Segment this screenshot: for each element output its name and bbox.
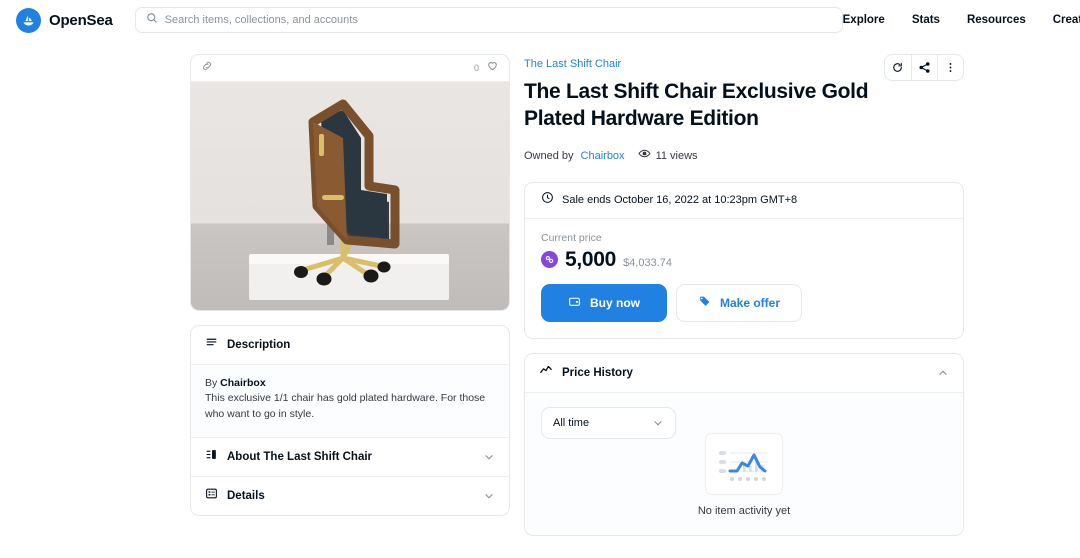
- chevron-up-icon[interactable]: [937, 367, 949, 379]
- favorite-group: 0: [474, 59, 499, 77]
- chevron-down-icon[interactable]: [483, 490, 495, 502]
- make-offer-label: Make offer: [719, 295, 781, 310]
- price-actions: Buy now Make offer: [541, 283, 947, 322]
- price-history-title: Price History: [562, 366, 633, 379]
- nav-item-create[interactable]: Create: [1053, 14, 1080, 26]
- chain-link-icon[interactable]: [201, 59, 213, 77]
- wallet-icon: [568, 295, 581, 311]
- nav-item-resources[interactable]: Resources: [967, 14, 1026, 26]
- price-body: Current price 5,000 $4,033.74 Buy now Ma…: [525, 219, 963, 338]
- left-column: 0 Description By Chairbox This exclusive…: [190, 54, 510, 536]
- sale-ends-text: Sale ends October 16, 2022 at 10:23pm GM…: [562, 194, 798, 207]
- owner-and-views: Owned by Chairbox 11 views: [524, 147, 964, 165]
- tag-icon: [698, 295, 711, 311]
- polygon-token-icon: [541, 251, 558, 269]
- chart-line-icon: [539, 363, 553, 382]
- description-text: This exclusive 1/1 chair has gold plated…: [205, 392, 486, 420]
- eye-icon: [638, 147, 651, 165]
- nft-artwork[interactable]: [191, 82, 509, 310]
- owner-link[interactable]: Chairbox: [581, 150, 625, 162]
- clock-icon: [541, 191, 554, 209]
- buy-now-label: Buy now: [590, 295, 640, 310]
- share-button[interactable]: [910, 55, 937, 80]
- search-input[interactable]: [164, 14, 832, 26]
- accordion-body-description: By Chairbox This exclusive 1/1 chair has…: [191, 364, 509, 437]
- view-count: 11 views: [655, 149, 698, 162]
- price-panel: Sale ends October 16, 2022 at 10:23pm GM…: [524, 181, 964, 339]
- info-accordions-card: Description By Chairbox This exclusive 1…: [190, 325, 510, 516]
- more-options-button[interactable]: [936, 55, 963, 80]
- collection-link[interactable]: The Last Shift Chair: [524, 58, 621, 70]
- accordion-header-details[interactable]: Details: [191, 477, 509, 515]
- page-content: 0 Description By Chairbox This exclusive…: [0, 40, 1080, 536]
- price-history-header[interactable]: Price History: [525, 354, 963, 392]
- chevron-down-icon: [652, 417, 664, 429]
- price-amount: 5,000: [565, 247, 617, 271]
- price-history-body: All time No item activity yet: [525, 391, 963, 535]
- item-header: The Last Shift Chair The Last Shift Chai…: [524, 54, 964, 133]
- nav-item-explore[interactable]: Explore: [843, 14, 885, 26]
- chevron-down-icon[interactable]: [483, 451, 495, 463]
- brand-name: OpenSea: [49, 11, 113, 29]
- item-header-text: The Last Shift Chair The Last Shift Chai…: [524, 54, 884, 133]
- right-column: The Last Shift Chair The Last Shift Chai…: [524, 54, 964, 536]
- price-history-panel: Price History All time No item activity …: [524, 352, 964, 536]
- opensea-sailboat-logo-icon: [16, 7, 41, 33]
- artwork-chair-illustration: [294, 99, 400, 286]
- collection-bars-icon: [205, 448, 218, 466]
- nft-media-card-header: 0: [191, 55, 509, 82]
- item-action-buttons: [883, 54, 964, 81]
- page-title: The Last Shift Chair Exclusive Gold Plat…: [524, 80, 869, 130]
- nft-media-card: 0: [190, 54, 510, 311]
- accordion-title-description: Description: [227, 339, 291, 351]
- accordion-header-about[interactable]: About The Last Shift Chair: [191, 438, 509, 476]
- description-author-line: By Chairbox: [205, 377, 495, 389]
- heart-icon[interactable]: [486, 59, 499, 77]
- price-history-empty-state: No item activity yet: [541, 432, 947, 517]
- current-price-row: 5,000 $4,033.74: [541, 248, 947, 272]
- description-author: Chairbox: [220, 377, 266, 389]
- sale-ends-row: Sale ends October 16, 2022 at 10:23pm GM…: [525, 183, 963, 219]
- refresh-metadata-button[interactable]: [885, 55, 911, 80]
- price-usd-value: $4,033.74: [623, 256, 672, 269]
- accordion-title-details: Details: [227, 489, 265, 502]
- search-bar[interactable]: [134, 7, 843, 33]
- favorite-count: 0: [473, 63, 479, 73]
- accordion-header-description[interactable]: Description: [191, 326, 509, 364]
- buy-now-button[interactable]: Buy now: [541, 283, 667, 322]
- top-navigation-bar: OpenSea Explore Stats Resources Create: [0, 0, 1080, 40]
- make-offer-button[interactable]: Make offer: [676, 283, 802, 322]
- brand-home-link[interactable]: OpenSea: [16, 7, 113, 33]
- details-grid-icon: [205, 487, 218, 505]
- list-lines-icon: [205, 336, 218, 354]
- current-price-label: Current price: [541, 231, 602, 244]
- description-by-prefix: By: [205, 377, 221, 389]
- main-nav: Explore Stats Resources Create: [843, 14, 1080, 26]
- empty-state-text: No item activity yet: [697, 504, 791, 517]
- owned-by-label: Owned by: [524, 149, 574, 162]
- nav-item-stats[interactable]: Stats: [912, 14, 940, 26]
- empty-chart-icon: [705, 432, 783, 495]
- time-range-value: All time: [553, 416, 590, 429]
- view-count-group: 11 views: [638, 147, 698, 165]
- accordion-title-about: About The Last Shift Chair: [227, 450, 373, 463]
- search-icon: [146, 11, 158, 29]
